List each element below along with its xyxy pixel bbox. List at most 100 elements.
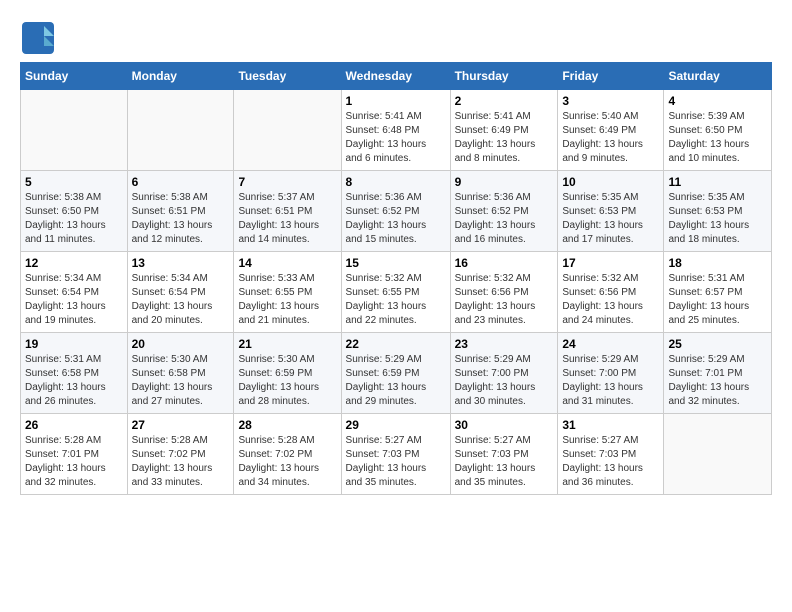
logo [20, 20, 56, 52]
calendar-cell: 25 Sunrise: 5:29 AM Sunset: 7:01 PM Dayli… [664, 333, 772, 414]
day-info: Sunrise: 5:38 AM Sunset: 6:51 PM Dayligh… [132, 191, 230, 247]
header-monday: Monday [127, 63, 234, 90]
calendar-cell: 4 Sunrise: 5:39 AM Sunset: 6:50 PM Daylig… [664, 90, 772, 171]
week-row-3: 12 Sunrise: 5:34 AM Sunset: 6:54 PM Dayli… [21, 252, 772, 333]
day-info: Sunrise: 5:27 AM Sunset: 7:03 PM Dayligh… [346, 434, 446, 490]
calendar-table: SundayMondayTuesdayWednesdayThursdayFrid… [20, 62, 772, 495]
day-number: 26 [25, 418, 123, 432]
day-info: Sunrise: 5:36 AM Sunset: 6:52 PM Dayligh… [346, 191, 446, 247]
week-row-4: 19 Sunrise: 5:31 AM Sunset: 6:58 PM Dayli… [21, 333, 772, 414]
day-info: Sunrise: 5:32 AM Sunset: 6:56 PM Dayligh… [455, 272, 554, 328]
calendar-cell: 30Sunrise: 5:27 AM Sunset: 7:03 PM Dayli… [450, 414, 558, 495]
day-number: 24 [562, 337, 659, 351]
header-wednesday: Wednesday [341, 63, 450, 90]
day-number: 28 [238, 418, 336, 432]
day-info: Sunrise: 5:30 AM Sunset: 6:58 PM Dayligh… [132, 353, 230, 409]
day-number: 8 [346, 175, 446, 189]
day-info: Sunrise: 5:33 AM Sunset: 6:55 PM Dayligh… [238, 272, 336, 328]
day-info: Sunrise: 5:37 AM Sunset: 6:51 PM Dayligh… [238, 191, 336, 247]
day-info: Sunrise: 5:38 AM Sunset: 6:50 PM Dayligh… [25, 191, 123, 247]
day-info: Sunrise: 5:31 AM Sunset: 6:58 PM Dayligh… [25, 353, 123, 409]
day-number: 12 [25, 256, 123, 270]
day-number: 14 [238, 256, 336, 270]
day-info: Sunrise: 5:30 AM Sunset: 6:59 PM Dayligh… [238, 353, 336, 409]
calendar-cell: 1 Sunrise: 5:41 AM Sunset: 6:48 PM Daylig… [341, 90, 450, 171]
calendar-cell: 27 Sunrise: 5:28 AM Sunset: 7:02 PM Dayli… [127, 414, 234, 495]
calendar-cell: 17Sunrise: 5:32 AM Sunset: 6:56 PM Dayli… [558, 252, 664, 333]
day-number: 10 [562, 175, 659, 189]
day-info: Sunrise: 5:29 AM Sunset: 7:01 PM Dayligh… [668, 353, 767, 409]
day-number: 13 [132, 256, 230, 270]
day-info: Sunrise: 5:27 AM Sunset: 7:03 PM Dayligh… [562, 434, 659, 490]
calendar-cell: 11 Sunrise: 5:35 AM Sunset: 6:53 PM Dayli… [664, 171, 772, 252]
day-info: Sunrise: 5:40 AM Sunset: 6:49 PM Dayligh… [562, 110, 659, 166]
calendar-cell: 15Sunrise: 5:32 AM Sunset: 6:55 PM Dayli… [341, 252, 450, 333]
header-row: SundayMondayTuesdayWednesdayThursdayFrid… [21, 63, 772, 90]
calendar-cell: 12 Sunrise: 5:34 AM Sunset: 6:54 PM Dayli… [21, 252, 128, 333]
calendar-cell [234, 90, 341, 171]
calendar-cell: 26 Sunrise: 5:28 AM Sunset: 7:01 PM Dayli… [21, 414, 128, 495]
day-number: 23 [455, 337, 554, 351]
day-info: Sunrise: 5:28 AM Sunset: 7:02 PM Dayligh… [132, 434, 230, 490]
calendar-cell: 24 Sunrise: 5:29 AM Sunset: 7:00 PM Dayli… [558, 333, 664, 414]
calendar-cell: 31 Sunrise: 5:27 AM Sunset: 7:03 PM Dayli… [558, 414, 664, 495]
day-info: Sunrise: 5:32 AM Sunset: 6:55 PM Dayligh… [346, 272, 446, 328]
day-info: Sunrise: 5:29 AM Sunset: 6:59 PM Dayligh… [346, 353, 446, 409]
calendar-cell: 28 Sunrise: 5:28 AM Sunset: 7:02 PM Dayli… [234, 414, 341, 495]
day-info: Sunrise: 5:29 AM Sunset: 7:00 PM Dayligh… [455, 353, 554, 409]
day-number: 11 [668, 175, 767, 189]
day-number: 1 [346, 94, 446, 108]
calendar-cell: 29Sunrise: 5:27 AM Sunset: 7:03 PM Dayli… [341, 414, 450, 495]
day-number: 17 [562, 256, 659, 270]
day-info: Sunrise: 5:31 AM Sunset: 6:57 PM Dayligh… [668, 272, 767, 328]
day-info: Sunrise: 5:36 AM Sunset: 6:52 PM Dayligh… [455, 191, 554, 247]
day-info: Sunrise: 5:28 AM Sunset: 7:02 PM Dayligh… [238, 434, 336, 490]
day-info: Sunrise: 5:34 AM Sunset: 6:54 PM Dayligh… [132, 272, 230, 328]
calendar-cell: 16 Sunrise: 5:32 AM Sunset: 6:56 PM Dayli… [450, 252, 558, 333]
calendar-cell [127, 90, 234, 171]
day-number: 9 [455, 175, 554, 189]
week-row-5: 26 Sunrise: 5:28 AM Sunset: 7:01 PM Dayli… [21, 414, 772, 495]
calendar-cell: 18 Sunrise: 5:31 AM Sunset: 6:57 PM Dayli… [664, 252, 772, 333]
calendar-cell: 10 Sunrise: 5:35 AM Sunset: 6:53 PM Dayli… [558, 171, 664, 252]
day-number: 30 [455, 418, 554, 432]
calendar-cell: 6 Sunrise: 5:38 AM Sunset: 6:51 PM Daylig… [127, 171, 234, 252]
day-info: Sunrise: 5:34 AM Sunset: 6:54 PM Dayligh… [25, 272, 123, 328]
day-info: Sunrise: 5:28 AM Sunset: 7:01 PM Dayligh… [25, 434, 123, 490]
day-number: 16 [455, 256, 554, 270]
day-number: 6 [132, 175, 230, 189]
week-row-2: 5Sunrise: 5:38 AM Sunset: 6:50 PM Daylig… [21, 171, 772, 252]
day-number: 20 [132, 337, 230, 351]
calendar-cell: 14 Sunrise: 5:33 AM Sunset: 6:55 PM Dayli… [234, 252, 341, 333]
day-info: Sunrise: 5:35 AM Sunset: 6:53 PM Dayligh… [562, 191, 659, 247]
page-header [20, 20, 772, 52]
calendar-cell: 2 Sunrise: 5:41 AM Sunset: 6:49 PM Daylig… [450, 90, 558, 171]
calendar-cell: 9 Sunrise: 5:36 AM Sunset: 6:52 PM Daylig… [450, 171, 558, 252]
calendar-cell: 19 Sunrise: 5:31 AM Sunset: 6:58 PM Dayli… [21, 333, 128, 414]
logo-icon [20, 20, 52, 52]
day-number: 19 [25, 337, 123, 351]
header-saturday: Saturday [664, 63, 772, 90]
calendar-cell: 3Sunrise: 5:40 AM Sunset: 6:49 PM Daylig… [558, 90, 664, 171]
day-info: Sunrise: 5:41 AM Sunset: 6:48 PM Dayligh… [346, 110, 446, 166]
day-number: 31 [562, 418, 659, 432]
header-tuesday: Tuesday [234, 63, 341, 90]
calendar-cell: 8 Sunrise: 5:36 AM Sunset: 6:52 PM Daylig… [341, 171, 450, 252]
day-info: Sunrise: 5:35 AM Sunset: 6:53 PM Dayligh… [668, 191, 767, 247]
day-info: Sunrise: 5:39 AM Sunset: 6:50 PM Dayligh… [668, 110, 767, 166]
day-number: 25 [668, 337, 767, 351]
day-info: Sunrise: 5:29 AM Sunset: 7:00 PM Dayligh… [562, 353, 659, 409]
calendar-cell: 5Sunrise: 5:38 AM Sunset: 6:50 PM Daylig… [21, 171, 128, 252]
calendar-cell [664, 414, 772, 495]
day-info: Sunrise: 5:41 AM Sunset: 6:49 PM Dayligh… [455, 110, 554, 166]
day-number: 27 [132, 418, 230, 432]
day-number: 4 [668, 94, 767, 108]
day-number: 7 [238, 175, 336, 189]
day-number: 21 [238, 337, 336, 351]
week-row-1: 1 Sunrise: 5:41 AM Sunset: 6:48 PM Daylig… [21, 90, 772, 171]
day-number: 18 [668, 256, 767, 270]
header-sunday: Sunday [21, 63, 128, 90]
calendar-cell: 22Sunrise: 5:29 AM Sunset: 6:59 PM Dayli… [341, 333, 450, 414]
day-number: 2 [455, 94, 554, 108]
header-thursday: Thursday [450, 63, 558, 90]
